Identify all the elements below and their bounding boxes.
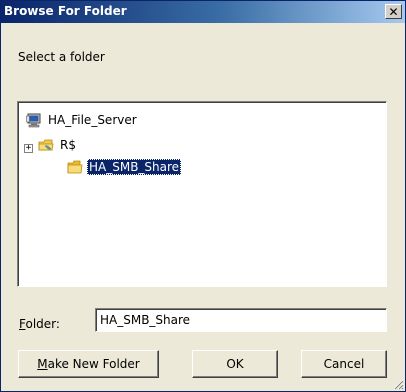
folder-path-input[interactable]: [95, 308, 387, 332]
ok-button[interactable]: OK: [192, 350, 278, 378]
tree-node-label: HA_File_Server: [48, 113, 137, 127]
close-icon: ✕: [388, 4, 399, 19]
folder-icon: [67, 160, 83, 174]
resize-grip-icon[interactable]: [392, 378, 404, 390]
make-new-folder-label: ake New Folder: [47, 357, 140, 371]
window-title: Browse For Folder: [4, 4, 127, 18]
tree-node-share-root[interactable]: R$: [38, 136, 78, 154]
tree-node-label: R$: [60, 138, 76, 152]
tree-node-selected-folder[interactable]: HA_SMB_Share: [67, 158, 182, 176]
tree-node-label: HA_SMB_Share: [87, 159, 182, 175]
make-new-folder-mnemonic: M: [37, 357, 48, 371]
close-button[interactable]: ✕: [385, 4, 402, 19]
folder-label-text: older:: [25, 317, 60, 331]
title-bar[interactable]: Browse For Folder ✕: [1, 1, 405, 23]
instruction-text: Select a folder: [18, 50, 105, 64]
cancel-button[interactable]: Cancel: [301, 350, 387, 378]
make-new-folder-button[interactable]: Make New Folder: [18, 350, 159, 378]
shared-folder-icon: [38, 139, 54, 151]
folder-tree[interactable]: HA_File_Server + R$ HA_SMB_Share: [17, 101, 387, 287]
computer-icon: [26, 113, 41, 128]
folder-label: Folder:: [19, 317, 60, 331]
expand-toggle[interactable]: +: [24, 144, 33, 153]
browse-for-folder-dialog: Browse For Folder ✕ Select a folder HA_F…: [0, 0, 406, 392]
tree-node-computer[interactable]: HA_File_Server: [26, 111, 139, 129]
